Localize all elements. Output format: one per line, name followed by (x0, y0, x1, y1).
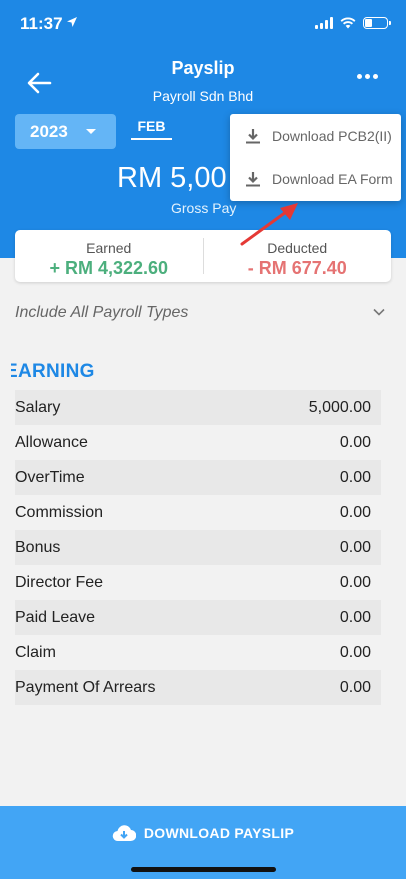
payroll-type-filter[interactable]: Include All Payroll Types (15, 304, 391, 326)
earning-list: Salary 5,000.00 Allowance 0.00 OverTime 0.00 C… (15, 390, 381, 705)
earning-amount: 0.00 (339, 468, 371, 486)
status-time: 11:37 (20, 14, 63, 33)
earning-amount: 0.00 (339, 538, 371, 556)
cellular-signal-icon (315, 17, 333, 29)
earning-name: Salary (15, 398, 61, 416)
earning-name: Claim (15, 643, 56, 661)
earning-name: Commission (15, 503, 104, 521)
earning-row: Commission 0.00 (15, 495, 381, 530)
earning-name: Bonus (15, 538, 61, 556)
earning-amount: 0.00 (339, 678, 371, 696)
earning-amount: 5,000.00 (308, 398, 371, 416)
menu-item-label: Download PCB2(II) (272, 127, 392, 144)
bottom-action-bar: DOWNLOAD PAYSLIP (0, 806, 406, 879)
company-name: Payroll Sdn Bhd (152, 88, 254, 104)
wifi-icon (340, 17, 356, 29)
caret-down-icon (86, 129, 96, 134)
year-dropdown[interactable]: 2023 (15, 114, 116, 149)
location-arrow-icon (67, 17, 77, 27)
gross-pay-label: Gross Pay (171, 200, 237, 216)
earning-row: Salary 5,000.00 (15, 390, 381, 425)
earned-value: + RM 4,322.60 (49, 258, 169, 278)
earned-label: Earned (86, 240, 132, 256)
earned-summary: Earned + RM 4,322.60 (15, 230, 203, 282)
home-indicator (131, 867, 276, 872)
battery-icon (363, 17, 391, 29)
earning-name: Allowance (15, 433, 88, 451)
earning-amount: 0.00 (339, 643, 371, 661)
chevron-down-icon (373, 308, 385, 316)
status-bar: 11:37 (0, 0, 406, 48)
month-tab[interactable]: FEB (131, 118, 172, 140)
deducted-value: - RM 677.40 (247, 258, 347, 278)
earning-name: Payment Of Arrears (15, 678, 156, 696)
menu-item-label: Download EA Form (272, 170, 393, 187)
year-value: 2023 (30, 121, 68, 141)
earning-section-title: EARNING (11, 361, 95, 382)
cloud-download-icon (112, 825, 136, 842)
earning-amount: 0.00 (339, 573, 371, 591)
earning-amount: 0.00 (339, 608, 371, 626)
menu-item-download-pcb2[interactable]: Download PCB2(II) (230, 114, 401, 157)
download-payslip-label: DOWNLOAD PAYSLIP (143, 825, 295, 841)
gross-pay-amount: RM 5,00 (117, 162, 227, 194)
summary-card: Earned + RM 4,322.60 Deducted - RM 677.4… (15, 230, 391, 282)
earning-row: Claim 0.00 (15, 635, 381, 670)
earning-row: Director Fee 0.00 (15, 565, 381, 600)
earning-amount: 0.00 (339, 503, 371, 521)
download-payslip-button[interactable]: DOWNLOAD PAYSLIP (0, 824, 406, 842)
earning-name: Paid Leave (15, 608, 96, 626)
page-title: Payslip (171, 58, 235, 78)
earning-row: Payment Of Arrears 0.00 (15, 670, 381, 705)
earning-row: Allowance 0.00 (15, 425, 381, 460)
annotation-arrow-icon (240, 203, 298, 246)
earning-row: Paid Leave 0.00 (15, 600, 381, 635)
download-icon (246, 171, 260, 186)
filter-label: Include All Payroll Types (15, 304, 189, 321)
earning-row: OverTime 0.00 (15, 460, 381, 495)
earning-name: Director Fee (15, 573, 104, 591)
more-options-icon[interactable] (357, 74, 378, 79)
earning-row: Bonus 0.00 (15, 530, 381, 565)
download-options-menu: Download PCB2(II) Download EA Form (230, 114, 401, 201)
download-icon (246, 128, 260, 143)
earning-amount: 0.00 (339, 433, 371, 451)
menu-item-download-ea-form[interactable]: Download EA Form (230, 157, 401, 200)
earning-name: OverTime (15, 468, 85, 486)
